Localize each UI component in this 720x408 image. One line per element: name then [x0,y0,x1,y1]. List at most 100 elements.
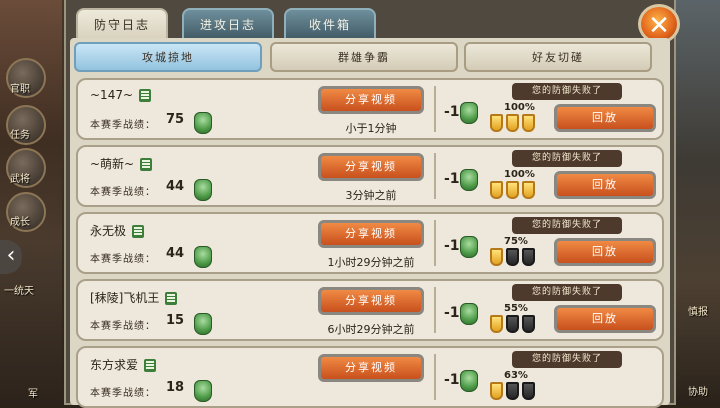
shield-full-icon [490,248,503,266]
shield-empty-icon [506,382,519,400]
replay-button[interactable]: 回放 [554,305,656,333]
player-name: [秣陵]飞机王 [90,289,178,306]
destruction-percent: 55% [504,303,528,314]
side-label-4: 成长 [10,217,30,228]
shield-empty-icon [522,248,535,266]
defeat-message: 您的防御失败了 [512,351,622,368]
score-value: 15 [166,313,185,328]
log-row: 永无极 本赛季战绩： 44 分享视频 1小时29分钟之前 -1 您的防御失败了 … [76,212,664,274]
divider [434,287,436,333]
score-label: 本赛季战绩： [90,254,156,265]
green-badge-icon [194,380,212,402]
green-badge-icon [194,313,212,335]
share-video-button[interactable]: 分享视频 [318,220,424,248]
note-icon[interactable] [165,292,178,305]
share-video-button[interactable]: 分享视频 [318,287,424,315]
player-name-text: ~萌新~ [90,157,135,171]
left-hud: 官职 任务 武将 成长 一统天 军 [0,0,62,405]
tab-attack-log[interactable]: 进攻日志 [182,8,274,40]
score-label: 本赛季战绩： [90,120,156,131]
defeat-message: 您的防御失败了 [512,217,622,234]
side-label-5: 一统天 [4,286,34,297]
player-name-text: [秣陵]飞机王 [90,291,160,305]
player-name-text: 东方求爱 [90,358,139,372]
tab-defense-log[interactable]: 防守日志 [76,8,168,40]
shield-full-icon [490,114,503,132]
log-row: 东方求爱 本赛季战绩： 18 分享视频 -1 您的防御失败了 63% [76,346,664,408]
time-ago: 小于1分钟 [345,122,397,135]
log-row: ~萌新~ 本赛季战绩： 44 分享视频 3分钟之前 -1 您的防御失败了 100… [76,145,664,207]
shield-full-icon [490,315,503,333]
share-video-button[interactable]: 分享视频 [318,153,424,181]
subtabs: 攻城掠地 群雄争霸 好友切磋 [74,42,666,74]
replay-button[interactable]: 回放 [554,104,656,132]
share-video-button[interactable]: 分享视频 [318,86,424,114]
right-label-2: 协助 [688,387,708,398]
green-badge-icon [194,179,212,201]
time-ago: 6小时29分钟之前 [327,323,415,336]
subtab-siege[interactable]: 攻城掠地 [74,42,262,72]
side-label-6: 军 [28,389,38,400]
destruction-percent: 75% [504,236,528,247]
green-badge-icon [460,370,478,392]
score-value: 75 [166,112,185,127]
green-badge-icon [460,303,478,325]
subtab-heroes-battle[interactable]: 群雄争霸 [270,42,458,72]
side-label-3: 武将 [10,174,30,185]
shield-empty-icon [506,248,519,266]
divider [434,153,436,199]
side-label-2: 任务 [10,130,30,141]
green-badge-icon [194,112,212,134]
score-value: 18 [166,380,185,395]
replay-button[interactable]: 回放 [554,171,656,199]
tab-inbox[interactable]: 收件箱 [284,8,376,40]
player-name-text: ~147~ [90,88,134,102]
defeat-message: 您的防御失败了 [512,284,622,301]
shield-empty-icon [522,315,535,333]
shield-full-icon [490,181,503,199]
rank-change: -1 [444,372,460,388]
divider [434,86,436,132]
subtab-friend-duel[interactable]: 好友切磋 [464,42,652,72]
note-icon[interactable] [132,225,145,238]
log-content: 攻城掠地 群雄争霸 好友切磋 ~147~ 本赛季战绩： 75 分享视频 小于1分… [70,38,670,408]
score-value: 44 [166,246,185,261]
destruction-percent: 63% [504,370,528,381]
shield-empty-icon [522,382,535,400]
shield-full-icon [522,114,535,132]
score-label: 本赛季战绩： [90,187,156,198]
divider [434,354,436,400]
rank-change: -1 [444,104,460,120]
note-icon[interactable] [139,89,152,102]
note-icon[interactable] [144,359,157,372]
destruction-percent: 100% [504,169,535,180]
right-label-1: 慎报 [688,307,708,318]
note-icon[interactable] [140,158,153,171]
time-ago: 3分钟之前 [345,189,397,202]
rank-change: -1 [444,238,460,254]
replay-button[interactable]: 回放 [554,238,656,266]
shield-full-icon [522,181,535,199]
shield-full-icon [490,382,503,400]
player-name: 永无极 [90,222,145,239]
score-value: 44 [166,179,185,194]
player-name: 东方求爱 [90,356,157,373]
shield-full-icon [506,181,519,199]
shield-empty-icon [506,315,519,333]
green-badge-icon [460,169,478,191]
log-row: ~147~ 本赛季战绩： 75 分享视频 小于1分钟 -1 您的防御失败了 10… [76,78,664,140]
share-video-button[interactable]: 分享视频 [318,354,424,382]
green-badge-icon [460,102,478,124]
shield-full-icon [506,114,519,132]
log-row: [秣陵]飞机王 本赛季战绩： 15 分享视频 6小时29分钟之前 -1 您的防御… [76,279,664,341]
green-badge-icon [194,246,212,268]
green-badge-icon [460,236,478,258]
destruction-percent: 100% [504,102,535,113]
player-name: ~147~ [90,88,152,102]
defeat-message: 您的防御失败了 [512,83,622,100]
time-ago: 1小时29分钟之前 [327,256,415,269]
score-label: 本赛季战绩： [90,321,156,332]
rank-change: -1 [444,171,460,187]
defeat-message: 您的防御失败了 [512,150,622,167]
side-label-1: 官职 [10,84,30,95]
